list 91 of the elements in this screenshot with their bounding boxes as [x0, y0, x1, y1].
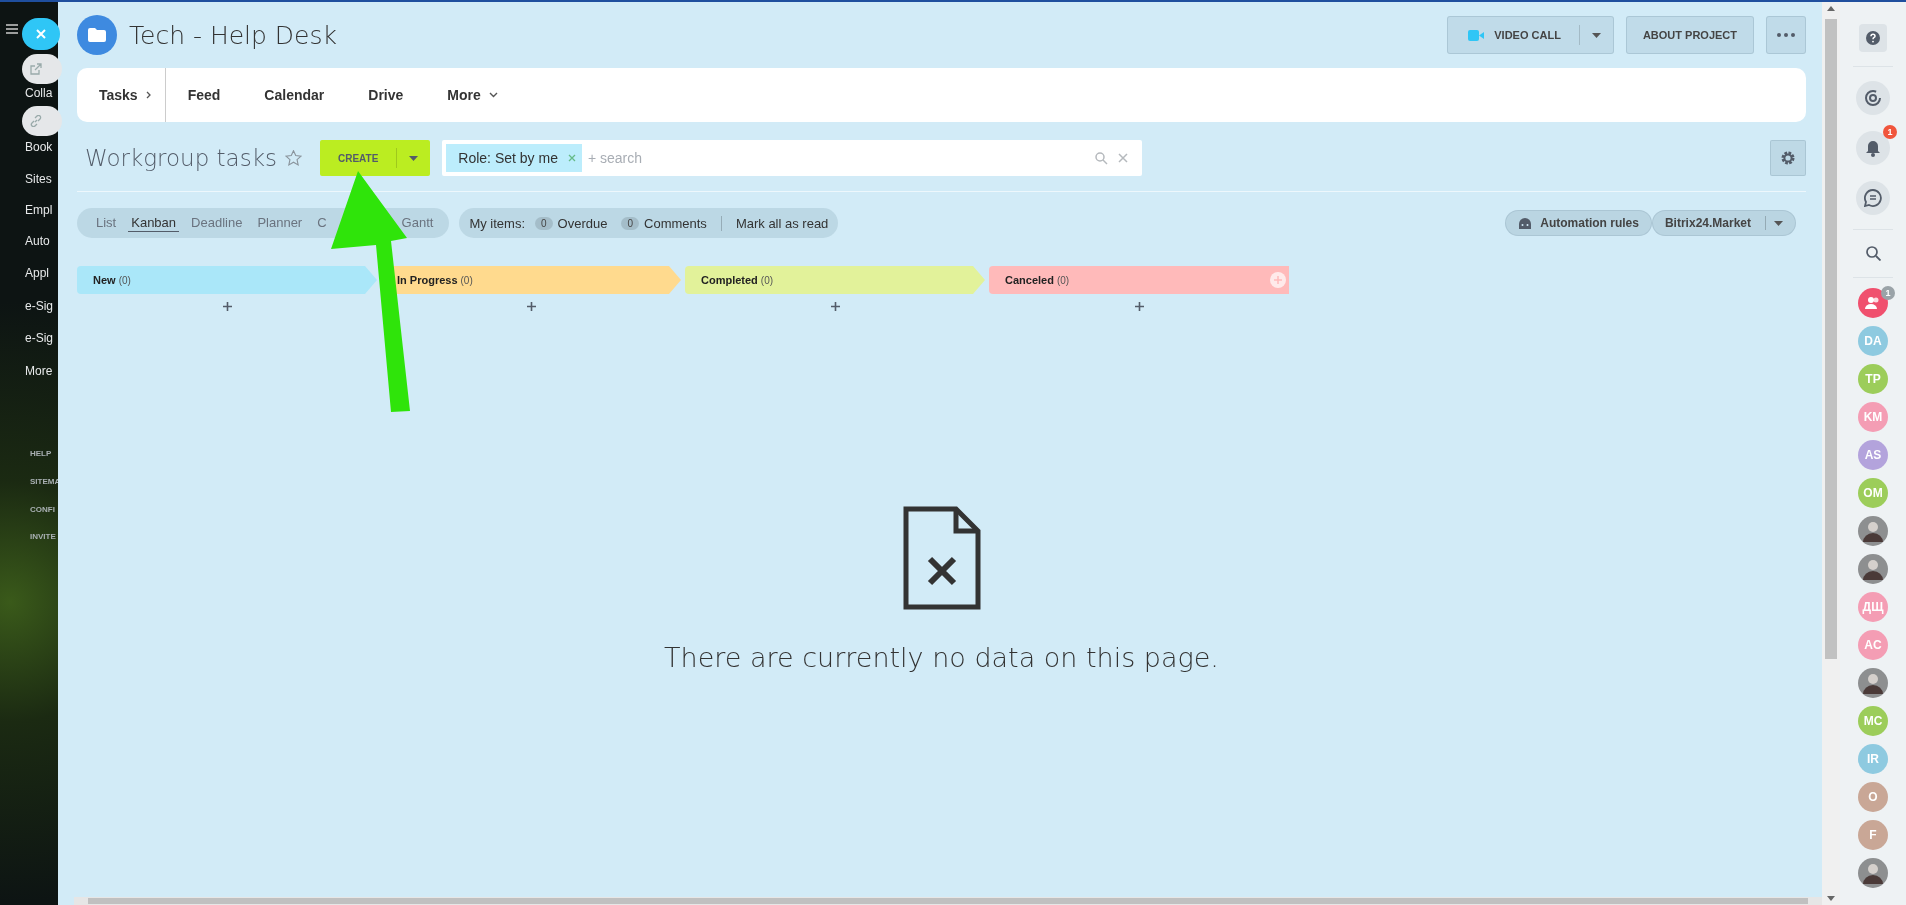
help-icon [1866, 31, 1880, 45]
people-icon [1865, 297, 1881, 309]
column-title: Completed [701, 274, 758, 286]
copy-link-button[interactable] [22, 106, 62, 136]
contact-avatar[interactable] [1858, 858, 1888, 888]
column-title: New [93, 274, 116, 286]
open-link-button[interactable] [22, 54, 62, 84]
add-task-icon[interactable] [1134, 302, 1144, 311]
counter-link[interactable]: 0 Comments [621, 215, 707, 231]
empty-document-icon [902, 505, 981, 610]
help-button[interactable] [1859, 24, 1887, 52]
video-call-button[interactable]: VIDEO CALL [1447, 16, 1614, 54]
add-task-icon[interactable] [222, 302, 232, 311]
sidebar-item[interactable]: e-Sig [25, 299, 53, 313]
settings-icon [1780, 150, 1796, 166]
nav-item[interactable]: More [425, 68, 520, 122]
empty-message: There are currently no data on this page. [664, 641, 1219, 673]
sidebar-item[interactable]: Empl [25, 203, 53, 217]
sidebar-item[interactable]: e-Sig [25, 331, 53, 345]
person-silhouette-icon [1863, 862, 1883, 884]
column-title: Canceled [1005, 274, 1054, 286]
sidebar-link[interactable]: HELP [30, 449, 52, 458]
sidebar-item[interactable]: Sites [25, 172, 52, 186]
filter-chip[interactable]: Role: Set by me [446, 144, 582, 172]
window-title: Tech - Help Desk [129, 20, 337, 50]
bell-icon [1865, 139, 1881, 157]
about-project-button[interactable]: ABOUT PROJECT [1625, 16, 1754, 54]
chat-icon [1864, 189, 1882, 207]
menu-icon[interactable] [6, 24, 18, 34]
person-silhouette-icon [1863, 520, 1883, 542]
swirl-icon [1864, 89, 1882, 107]
contact-avatar[interactable] [1858, 516, 1888, 546]
column-count: (0) [460, 274, 473, 286]
column-count: (0) [118, 274, 131, 286]
nav-item[interactable]: Tasks [77, 68, 165, 122]
scroll-up-icon[interactable] [1827, 6, 1835, 11]
horizontal-scrollbar[interactable] [74, 897, 1822, 905]
caret-icon [1774, 220, 1783, 226]
search-icon[interactable] [1865, 246, 1881, 261]
contact-avatar[interactable] [1858, 554, 1888, 584]
external-link-icon [30, 63, 42, 75]
create-button[interactable]: CREATE [319, 140, 431, 176]
nav-item[interactable]: Drive [346, 68, 426, 122]
person-silhouette-icon [1863, 558, 1883, 580]
person-silhouette-icon [1863, 672, 1883, 694]
close-icon [36, 29, 46, 39]
sidebar-item[interactable]: Auto [25, 234, 50, 248]
counters-label: My items: [469, 215, 525, 231]
folder-icon [88, 28, 106, 42]
caret-icon [1591, 32, 1601, 38]
sidebar-item[interactable]: Colla [25, 86, 53, 100]
sidebar-link[interactable]: CONFI [30, 505, 55, 514]
sidebar-link[interactable]: INVITE [30, 532, 56, 541]
column-count: (0) [1056, 274, 1070, 286]
more-icon [1777, 33, 1795, 37]
sidebar-item[interactable]: Appl [25, 266, 50, 280]
search-placeholder: + search [587, 150, 644, 166]
group-chat-avatar[interactable] [1858, 288, 1888, 318]
market-button[interactable]: Bitrix24.Market [1651, 210, 1796, 236]
mark-all-read-link[interactable]: Mark all as read [720, 215, 829, 231]
view-tab[interactable]: Kanban [128, 214, 180, 232]
more-button[interactable] [1766, 16, 1806, 54]
chevron-right-icon [145, 91, 151, 99]
caret-icon [409, 155, 419, 161]
nav-item[interactable]: Feed [165, 68, 243, 122]
sidebar-item[interactable]: Book [25, 140, 53, 154]
sidebar-item[interactable]: More [25, 364, 53, 378]
settings-button[interactable] [1770, 140, 1806, 176]
robot-icon [1518, 217, 1533, 229]
contact-avatar[interactable] [1858, 668, 1888, 698]
counter-link[interactable]: 0 Overdue [535, 215, 608, 231]
notification-badge: 1 [1883, 125, 1897, 139]
link-icon [30, 115, 42, 127]
nav-item[interactable]: Calendar [242, 68, 347, 122]
add-task-icon[interactable] [526, 302, 536, 311]
column-count: (0) [760, 274, 774, 286]
automation-rules-button[interactable]: Automation rules [1505, 210, 1652, 236]
scroll-down-icon[interactable] [1827, 896, 1835, 901]
search-field[interactable]: Role: Set by me + search [442, 140, 1143, 176]
chevron-down-icon [488, 92, 498, 98]
video-camera-icon [1468, 29, 1485, 41]
notifications-button[interactable] [1856, 131, 1890, 165]
vertical-scrollbar[interactable] [1822, 2, 1840, 905]
close-button[interactable] [22, 18, 60, 50]
activity-button[interactable] [1856, 81, 1890, 115]
chat-button[interactable] [1856, 181, 1890, 215]
column-title: In Progress [397, 274, 458, 286]
unread-badge: 1 [1881, 286, 1895, 300]
star-icon[interactable] [284, 150, 302, 166]
page-title: Workgroup tasks [85, 145, 277, 171]
add-task-icon[interactable] [830, 302, 840, 311]
